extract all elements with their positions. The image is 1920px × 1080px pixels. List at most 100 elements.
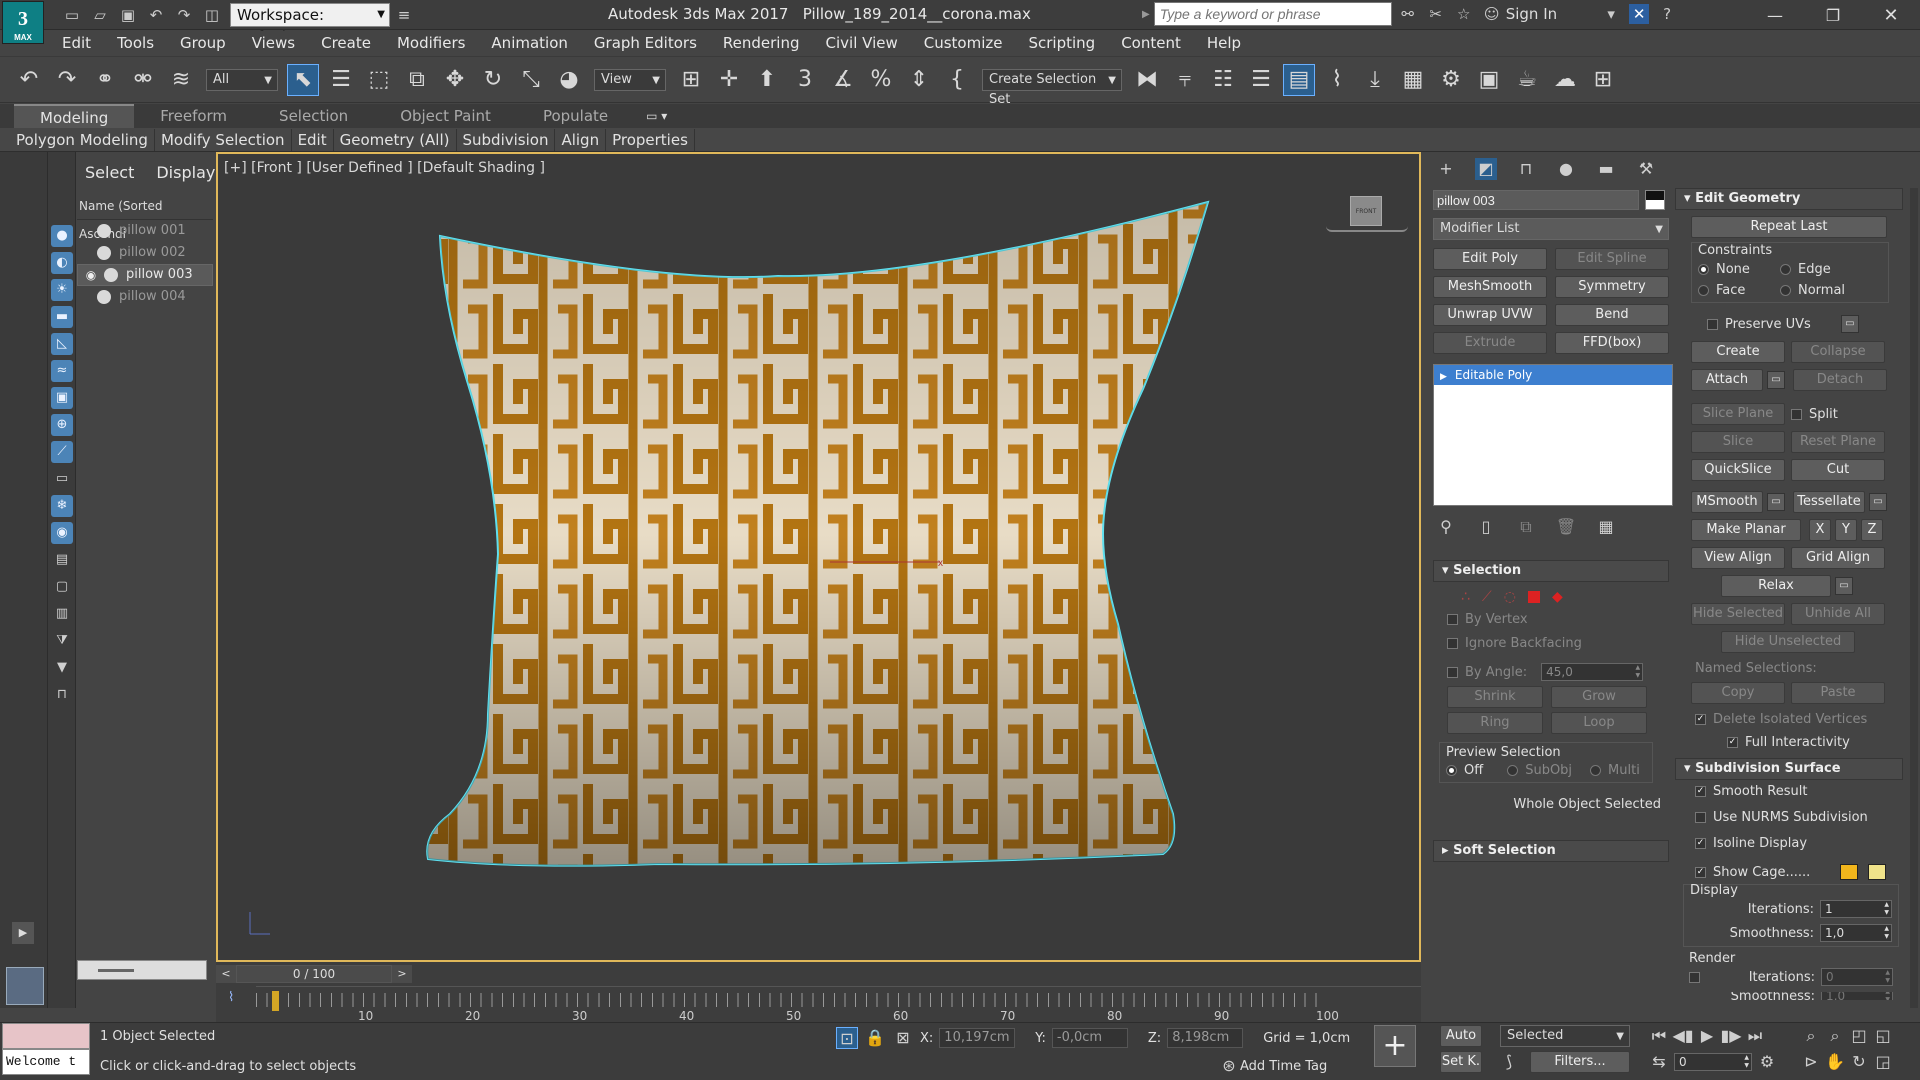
spinner-snap-icon[interactable]: ⇕ <box>903 64 935 96</box>
ring-button[interactable]: Ring <box>1447 712 1543 734</box>
display-all-icon[interactable]: ▤ <box>51 549 73 571</box>
invert-display-icon[interactable]: ▥ <box>51 603 73 625</box>
edit-spline-button[interactable]: Edit Spline <box>1555 248 1669 270</box>
slice-button[interactable]: Slice <box>1691 431 1785 453</box>
msmooth-settings-icon[interactable]: ▭ <box>1767 493 1785 511</box>
reset-plane-button[interactable]: Reset Plane <box>1791 431 1885 453</box>
funnel-icon[interactable]: ▼ <box>51 657 73 679</box>
default-in-out-tangents-icon[interactable]: ⟆ <box>1498 1051 1520 1073</box>
element-mode-icon[interactable]: ◆ <box>1552 589 1563 605</box>
rectangular-region-icon[interactable]: ⬚ <box>363 64 395 96</box>
zoom-icon[interactable]: ⌕ <box>1800 1025 1822 1047</box>
select-by-name-icon[interactable]: ☰ <box>325 64 357 96</box>
z-coordinate-field[interactable]: 8,198cm <box>1167 1028 1244 1048</box>
list-item[interactable]: ◉ pillow 003 <box>77 264 213 286</box>
field-of-view-icon[interactable]: ⊳ <box>1800 1051 1822 1073</box>
constraint-face-radio[interactable]: Face <box>1698 283 1780 298</box>
modifier-stack[interactable]: ▶ Editable Poly <box>1433 364 1673 506</box>
extrude-button[interactable]: Extrude <box>1433 332 1547 354</box>
schematic-view-icon[interactable]: ⤓ <box>1359 64 1391 96</box>
planar-x-button[interactable]: X <box>1809 519 1831 541</box>
favorites-star-icon[interactable]: ☆ <box>1454 4 1474 24</box>
curve-editor-mini-icon[interactable]: ⌇ <box>228 990 234 1005</box>
time-slider[interactable]: 0 / 100 <box>236 965 392 983</box>
menu-modifiers[interactable]: Modifiers <box>397 34 465 52</box>
isoline-display-checkbox[interactable]: ✓ Isoline Display <box>1695 836 1920 860</box>
pin-stack-icon[interactable]: ⚲ <box>1435 516 1457 538</box>
maximize-viewport-icon[interactable]: ◲ <box>1872 1051 1894 1073</box>
render-iterations-spinner[interactable]: 0 <box>1821 968 1893 986</box>
rotate-icon[interactable]: ↻ <box>477 64 509 96</box>
grid-align-button[interactable]: Grid Align <box>1791 547 1885 569</box>
panel-subdivision[interactable]: Subdivision <box>457 128 556 151</box>
constraint-none-radio[interactable]: None <box>1698 262 1780 277</box>
panel-geometry-all[interactable]: Geometry (All) <box>334 128 457 151</box>
tessellate-button[interactable]: Tessellate <box>1793 491 1865 513</box>
menu-rendering[interactable]: Rendering <box>723 34 800 52</box>
hierarchy-tab-icon[interactable]: ⊓ <box>1515 158 1537 180</box>
hide-selected-button[interactable]: Hide Selected <box>1691 603 1785 625</box>
selection-rollout-header[interactable]: ▾ Selection <box>1433 560 1669 582</box>
display-geometry-icon[interactable]: ● <box>51 225 73 247</box>
msmooth-button[interactable]: MSmooth <box>1691 491 1763 513</box>
pillow-mesh[interactable]: x <box>218 154 1419 960</box>
planar-z-button[interactable]: Z <box>1861 519 1883 541</box>
x-coordinate-field[interactable]: 10,197cm <box>939 1028 1016 1048</box>
select-manipulate-icon[interactable]: ✛ <box>713 64 745 96</box>
object-visibility-icon[interactable] <box>97 224 111 238</box>
menu-group[interactable]: Group <box>180 34 226 52</box>
zoom-all-icon[interactable]: ⌕ <box>1824 1025 1846 1047</box>
pan-icon[interactable]: ✋ <box>1824 1051 1846 1073</box>
key-mode-icon[interactable]: ⇆ <box>1648 1051 1670 1073</box>
menu-graph-editors[interactable]: Graph Editors <box>594 34 697 52</box>
undo-icon[interactable]: ↶ <box>13 64 45 96</box>
place-icon[interactable]: ◕ <box>553 64 585 96</box>
create-button[interactable]: Create <box>1691 341 1785 363</box>
tab-freeform[interactable]: Freeform <box>134 104 253 128</box>
object-visibility-icon[interactable] <box>97 290 111 304</box>
create-tab-icon[interactable]: + <box>1435 158 1457 180</box>
explorer-tab-select[interactable]: Select <box>85 163 134 182</box>
hide-unselected-button[interactable]: Hide Unselected <box>1721 631 1855 653</box>
menu-create[interactable]: Create <box>321 34 371 52</box>
object-color-swatch[interactable] <box>1645 190 1665 210</box>
next-frame-icon[interactable]: ▮▶ <box>1720 1025 1742 1047</box>
full-interactivity-checkbox[interactable]: ✓ Full Interactivity <box>1691 735 1920 750</box>
maxscript-listener[interactable] <box>2 1023 90 1049</box>
go-to-start-icon[interactable]: ⏮ <box>1648 1025 1670 1047</box>
repeat-last-button[interactable]: Repeat Last <box>1691 216 1887 238</box>
display-cameras-icon[interactable]: ▬ <box>51 306 73 328</box>
expand-search-icon[interactable]: ▶ <box>1142 9 1150 20</box>
display-helpers-icon[interactable]: ◺ <box>51 333 73 355</box>
new-file-icon[interactable]: ▭ <box>62 5 82 25</box>
make-unique-icon[interactable]: ⧉ <box>1515 516 1537 538</box>
auto-key-button[interactable]: Auto <box>1440 1025 1482 1047</box>
edit-geometry-rollout-header[interactable]: ▾ Edit Geometry <box>1675 188 1903 210</box>
current-frame-spinner[interactable]: 0 <box>1674 1053 1752 1071</box>
slice-plane-button[interactable]: Slice Plane <box>1691 403 1785 425</box>
workspace-menu-icon[interactable]: ≡ <box>394 5 414 25</box>
by-angle-checkbox[interactable]: By Angle: <box>1447 665 1527 680</box>
display-lights-icon[interactable]: ☀ <box>51 279 73 301</box>
align-icon[interactable]: ⫧ <box>1169 64 1201 96</box>
sign-in-dropdown-icon[interactable]: ▾ <box>1601 4 1621 24</box>
pivot-center-icon[interactable]: ⊞ <box>675 64 707 96</box>
stack-item[interactable]: ▶ Editable Poly <box>1434 365 1672 385</box>
render-in-cloud-icon[interactable]: ⊞ <box>1587 64 1619 96</box>
layer-dropdown[interactable] <box>77 960 207 980</box>
y-coordinate-field[interactable]: -0,0cm <box>1051 1028 1128 1048</box>
exchange-apps-icon[interactable]: ✕ <box>1629 4 1650 24</box>
tab-modeling[interactable]: Modeling <box>14 104 135 128</box>
display-xrefs-icon[interactable]: ⊕ <box>51 414 73 436</box>
app-logo[interactable]: 3 MAX <box>2 1 44 44</box>
preserve-uvs-checkbox[interactable]: Preserve UVs <box>1707 317 1811 332</box>
display-smoothness-spinner[interactable]: 1,0 <box>1820 924 1892 942</box>
explorer-column-header[interactable]: Name (Sorted Ascendi <box>77 192 213 241</box>
unwrap-uvw-button[interactable]: Unwrap UVW <box>1433 304 1547 326</box>
user-icon[interactable]: ☺ <box>1482 4 1502 24</box>
bind-space-warp-icon[interactable]: ≋ <box>165 64 197 96</box>
redo-icon[interactable]: ↷ <box>174 5 194 25</box>
unlink-icon[interactable]: ⚮ <box>127 64 159 96</box>
detach-button[interactable]: Detach <box>1793 369 1887 391</box>
panel-polygon-modeling[interactable]: Polygon Modeling <box>10 128 155 151</box>
